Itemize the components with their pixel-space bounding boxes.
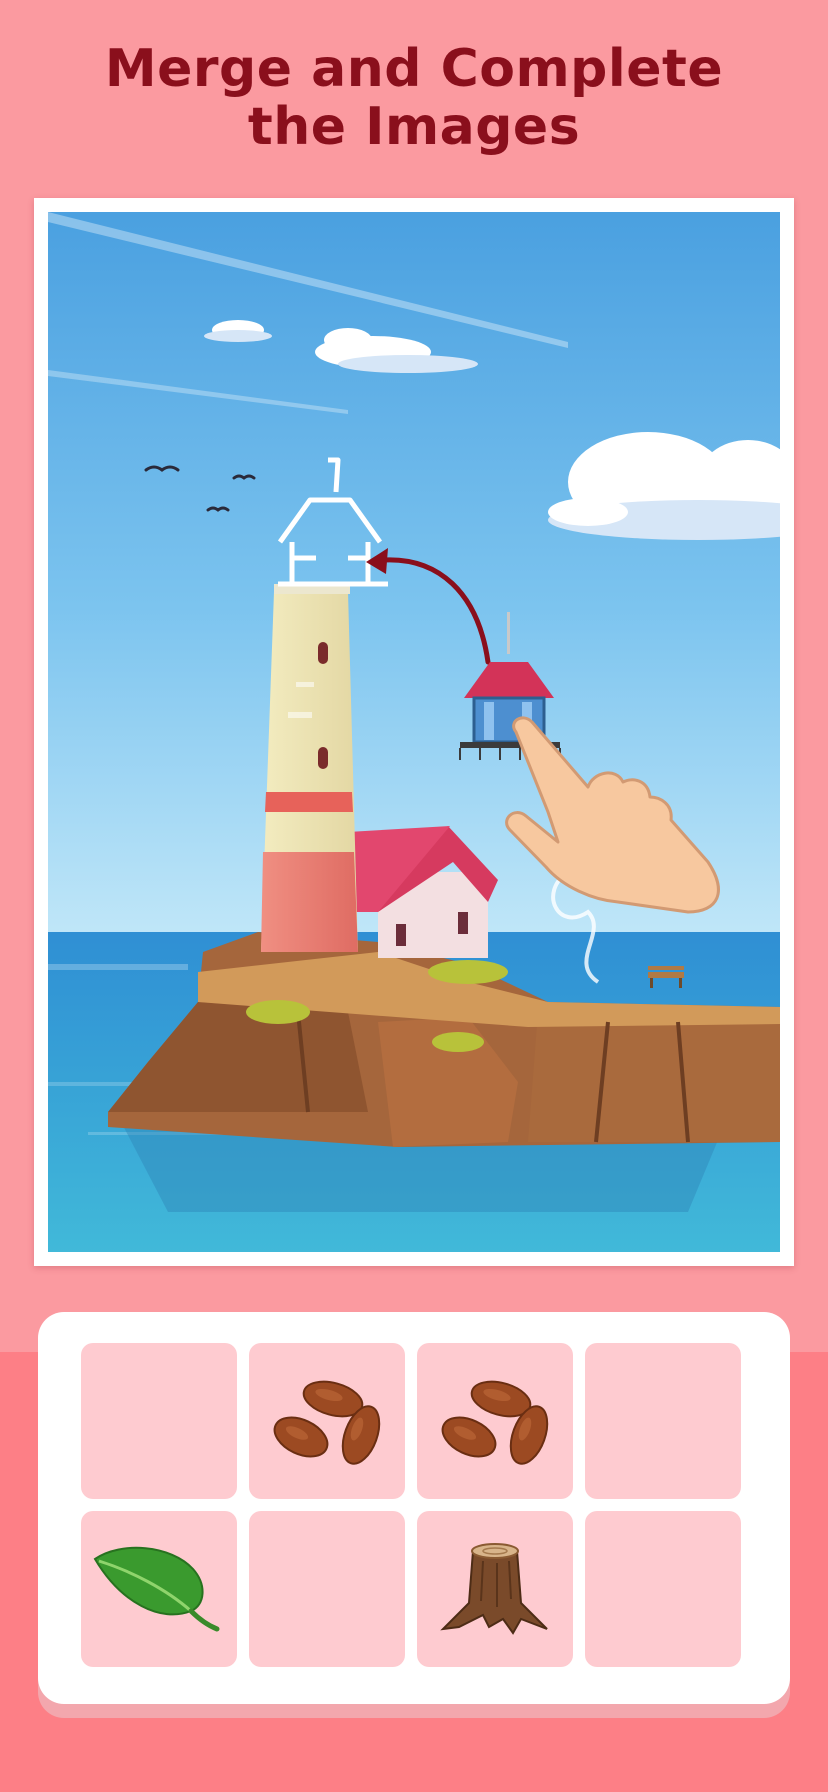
merge-grid (81, 1343, 741, 1667)
merge-cell-empty[interactable] (81, 1343, 237, 1499)
merge-cell-almonds[interactable] (249, 1343, 405, 1499)
merge-cell-empty[interactable] (585, 1511, 741, 1667)
almonds-icon[interactable] (249, 1343, 405, 1499)
lighthouse-tower (261, 584, 358, 952)
picture-frame (34, 198, 794, 1266)
merge-cell-tree-stump[interactable] (417, 1511, 573, 1667)
page-title: Merge and Complete the Images (0, 40, 828, 156)
merge-cell-leaf[interactable] (81, 1511, 237, 1667)
lighthouse-scene (48, 212, 780, 1252)
title-line-1: Merge and Complete (104, 39, 724, 99)
tree-stump-icon[interactable] (417, 1511, 573, 1667)
title-line-2: the Images (247, 97, 581, 157)
merge-board (38, 1312, 790, 1704)
merge-cell-almonds[interactable] (417, 1343, 573, 1499)
merge-cell-empty[interactable] (585, 1343, 741, 1499)
leaf-icon[interactable] (81, 1511, 237, 1667)
merge-cell-empty[interactable] (249, 1511, 405, 1667)
almonds-icon[interactable] (417, 1343, 573, 1499)
